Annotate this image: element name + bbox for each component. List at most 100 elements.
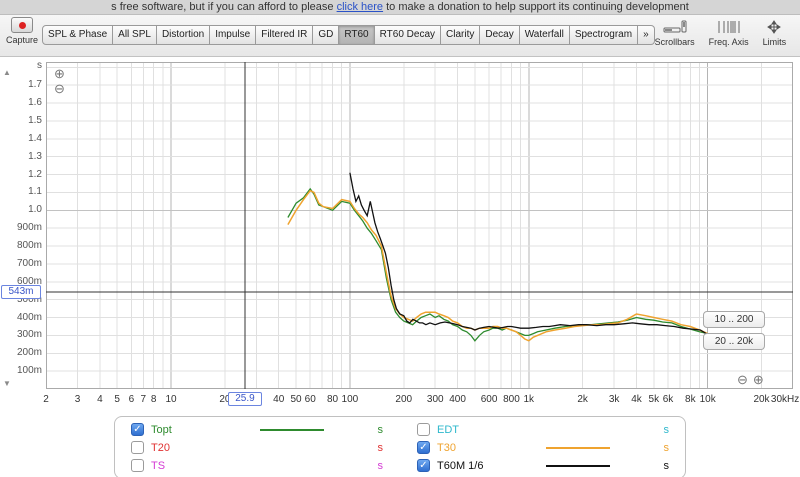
y-tick-label: 1.7 bbox=[28, 79, 42, 91]
legend-label-t30: T30 bbox=[437, 441, 456, 454]
limits-label: Limits bbox=[762, 37, 787, 47]
tab-waterfall[interactable]: Waterfall bbox=[519, 25, 570, 45]
y-tick-label: 700m bbox=[16, 257, 42, 269]
y-tick-label: 1.4 bbox=[28, 132, 42, 144]
tab-bar: SPL & Phase All SPL Distortion Impulse Filte… bbox=[42, 25, 655, 45]
y-tick-label: 900m bbox=[16, 222, 42, 234]
plot-area[interactable] bbox=[46, 62, 793, 389]
legend-label-edt: EDT bbox=[437, 423, 459, 436]
tab-impulse[interactable]: Impulse bbox=[210, 25, 257, 45]
legend-column-right: EDT s ✓ T30 s ✓ T60M 1/6 s bbox=[417, 422, 669, 473]
x-tick-label: 1k bbox=[523, 394, 535, 405]
x-tick-label: 4 bbox=[97, 394, 103, 405]
tab-filtered-ir[interactable]: Filtered IR bbox=[256, 25, 314, 45]
legend-checkbox-t60m-1-6[interactable]: ✓ bbox=[417, 459, 430, 472]
tab-gd[interactable]: GD bbox=[313, 25, 340, 45]
scrollbars-button[interactable]: Scrollbars bbox=[655, 18, 695, 47]
scrollbars-label: Scrollbars bbox=[654, 37, 695, 47]
x-tick-label: 400 bbox=[449, 394, 466, 405]
y-tick-label: 1.2 bbox=[28, 168, 42, 180]
range-20-20k-button[interactable]: 20 .. 20k bbox=[703, 333, 765, 350]
donation-text-after: to make a donation to help support its c… bbox=[383, 1, 689, 13]
x-tick-label: 8k bbox=[685, 394, 696, 405]
range-10-200-button[interactable]: 10 .. 200 bbox=[703, 311, 765, 328]
legend-checkbox-edt[interactable] bbox=[417, 423, 430, 436]
legend-line-sample-t30 bbox=[504, 446, 652, 449]
x-zoom-in-button[interactable]: ⊕ bbox=[753, 373, 764, 387]
legend-item-t30: ✓ T30 s bbox=[417, 440, 669, 455]
legend-unit-edt: s bbox=[663, 423, 670, 436]
legend-unit-topt: s bbox=[377, 423, 384, 436]
donation-text-before: s free software, but if you can afford t… bbox=[111, 1, 337, 13]
legend-item-t60m-1-6: ✓ T60M 1/6 s bbox=[417, 458, 669, 473]
y-zoom-in-button[interactable]: ⊕ bbox=[54, 67, 65, 81]
y-tick-label: 1.3 bbox=[28, 150, 42, 162]
x-tick-label: 10k bbox=[699, 394, 716, 405]
legend-checkbox-t30[interactable]: ✓ bbox=[417, 441, 430, 454]
x-tick-label: 3 bbox=[74, 394, 81, 405]
legend-unit-ts: s bbox=[377, 459, 384, 472]
x-tick-label: 50 bbox=[290, 394, 302, 405]
x-tick-label: 2k bbox=[577, 394, 588, 405]
x-zoom-controls: ⊖ ⊕ bbox=[737, 373, 764, 387]
tab-clarity[interactable]: Clarity bbox=[441, 25, 481, 45]
y-tick-label: 1.0 bbox=[28, 204, 42, 216]
x-tick-label: 80 bbox=[327, 394, 339, 405]
tab-rt60-decay[interactable]: RT60 Decay bbox=[374, 25, 442, 45]
legend: ✓ Topt s T20 s TS s EDT s ✓ T30 s ✓ T60M 1/6 s bbox=[0, 412, 800, 477]
legend-checkbox-t20[interactable] bbox=[131, 441, 144, 454]
y-zoom-out-button[interactable]: ⊖ bbox=[54, 82, 65, 96]
tab-overflow[interactable]: » bbox=[638, 25, 655, 45]
x-tick-label: 8 bbox=[150, 394, 157, 405]
tab-spectrogram[interactable]: Spectrogram bbox=[569, 25, 639, 45]
x-tick-label: 20k bbox=[753, 394, 770, 405]
capture-label: Capture bbox=[6, 35, 39, 45]
x-tick-label: 100 bbox=[341, 394, 359, 405]
x-tick-label: 40 bbox=[273, 394, 285, 405]
tab-rt60[interactable]: RT60 bbox=[339, 25, 375, 45]
donation-link[interactable]: click here bbox=[337, 1, 383, 13]
x-tick-label: 2 bbox=[43, 394, 49, 405]
x-tick-label: 800 bbox=[503, 394, 520, 405]
y-tick-label: 800m bbox=[16, 240, 42, 252]
legend-checkbox-ts[interactable] bbox=[131, 459, 144, 472]
freq-axis-label: Freq. Axis bbox=[708, 37, 749, 47]
x-tick-label: 4k bbox=[631, 394, 642, 405]
limits-button[interactable]: Limits bbox=[762, 18, 787, 47]
scroll-down-arrow[interactable]: ▼ bbox=[3, 379, 11, 388]
freq-axis-button[interactable]: Freq. Axis bbox=[709, 18, 749, 47]
tab-distortion[interactable]: Distortion bbox=[156, 25, 211, 45]
x-tick-label: 6 bbox=[128, 394, 135, 405]
toolbar-right-controls: Scrollbars Freq. Axis Limits ⚙ Controls bbox=[655, 18, 800, 47]
legend-item-t20: T20 s bbox=[131, 440, 383, 455]
legend-item-edt: EDT s bbox=[417, 422, 669, 437]
scrollbars-icon bbox=[663, 18, 687, 36]
legend-unit-t30: s bbox=[663, 441, 670, 454]
y-tick-label: 100m bbox=[16, 365, 42, 377]
x-tick-label: 10 bbox=[165, 394, 177, 405]
y-tick-label: 1.1 bbox=[28, 186, 42, 198]
x-tick-label: 3k bbox=[608, 394, 620, 405]
legend-unit-t60m-1-6: s bbox=[663, 459, 670, 472]
freq-axis-icon bbox=[718, 18, 740, 36]
cursor-y-value: 543m bbox=[1, 284, 41, 299]
y-tick-label: 1.6 bbox=[28, 97, 42, 109]
capture-button[interactable]: Capture bbox=[6, 17, 38, 45]
tab-decay[interactable]: Decay bbox=[480, 25, 520, 45]
x-tick-label: 5 bbox=[114, 394, 120, 405]
cursor-x-value: 25.9 bbox=[227, 392, 262, 406]
tab-spl-phase[interactable]: SPL & Phase bbox=[42, 25, 114, 45]
limits-icon bbox=[765, 18, 783, 36]
x-zoom-out-button[interactable]: ⊖ bbox=[737, 373, 748, 387]
rt60-chart: ▲ ▼ s 1.7 1.6 1.5 1.4 1.3 1.2 1.1 1.0 900m 800m 70… bbox=[0, 57, 800, 412]
x-tick-label: 5k bbox=[648, 394, 660, 405]
legend-label-topt: Topt bbox=[151, 423, 172, 436]
tab-all-spl[interactable]: All SPL bbox=[113, 25, 157, 45]
toolbar: Capture SPL & Phase All SPL Distortion Impu… bbox=[0, 15, 800, 57]
y-tick-label: 300m bbox=[16, 329, 42, 341]
x-tick-label: 30kHz bbox=[770, 394, 800, 405]
record-dot-icon bbox=[18, 21, 26, 29]
legend-item-topt: ✓ Topt s bbox=[131, 422, 383, 437]
legend-column-left: ✓ Topt s T20 s TS s bbox=[131, 422, 383, 473]
legend-checkbox-topt[interactable]: ✓ bbox=[131, 423, 144, 436]
